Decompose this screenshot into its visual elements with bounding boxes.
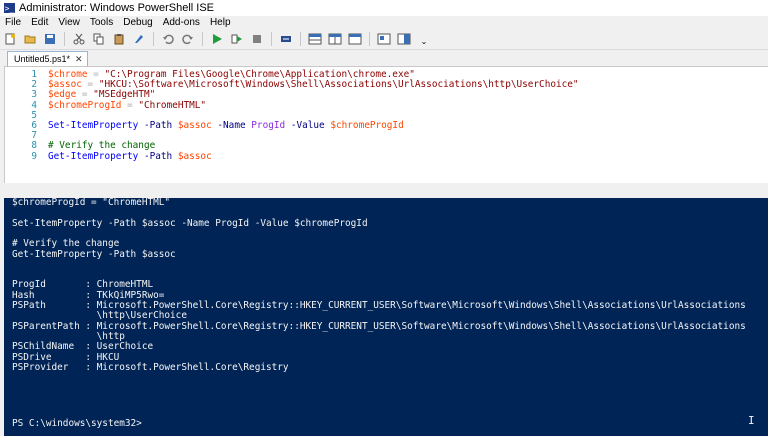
- console-output-line: PSChildName : UserChoice: [12, 341, 154, 353]
- open-folder-icon[interactable]: [23, 32, 37, 46]
- console-prompt[interactable]: PS C:\windows\system32>: [12, 419, 142, 429]
- line-number: 9: [31, 150, 37, 162]
- tab-strip: Untitled5.ps1* ✕: [0, 50, 768, 66]
- layout-right-icon[interactable]: [328, 32, 342, 46]
- code-line[interactable]: 7: [5, 131, 48, 141]
- powershell-app-icon: >_: [4, 3, 15, 13]
- console-output-line: Get-ItemProperty -Path $assoc: [12, 248, 176, 260]
- undo-icon[interactable]: [161, 32, 175, 46]
- code-token: =: [121, 99, 139, 111]
- tab-label: Untitled5.ps1*: [14, 54, 71, 64]
- code-token: ProgId: [251, 120, 286, 131]
- stop-icon[interactable]: [250, 32, 264, 46]
- console-output-line: # Verify the change: [12, 238, 120, 250]
- code-token: -Path: [143, 120, 173, 131]
- tab-untitled5[interactable]: Untitled5.ps1* ✕: [7, 51, 88, 66]
- run-icon[interactable]: [210, 32, 224, 46]
- title-bar: >_ Administrator: Windows PowerShell ISE: [0, 0, 768, 16]
- menu-debug[interactable]: Debug: [118, 17, 157, 28]
- line-number: 8: [31, 140, 37, 152]
- console-output-line: $chromeProgId = "ChromeHTML": [12, 197, 171, 208]
- run-selection-icon[interactable]: [230, 32, 244, 46]
- layout-max-icon[interactable]: [348, 32, 362, 46]
- toolbar-separator: [369, 32, 370, 46]
- console-output-line: PSDrive : HKCU: [12, 351, 120, 363]
- layout-top-icon[interactable]: [308, 32, 322, 46]
- code-token: $assoc: [177, 120, 212, 131]
- toolbar-separator: [271, 32, 272, 46]
- show-addon-icon[interactable]: [397, 32, 411, 46]
- script-editor[interactable]: 1 $chrome = "C:\Program Files\Google\Chro…: [4, 66, 768, 184]
- window-title: Administrator: Windows PowerShell ISE: [19, 2, 215, 14]
- save-icon[interactable]: [43, 32, 57, 46]
- menu-file[interactable]: File: [0, 17, 26, 28]
- menu-edit[interactable]: Edit: [26, 17, 53, 28]
- console-output-line: Set-ItemProperty -Path $assoc -Name Prog…: [12, 217, 368, 229]
- menu-help[interactable]: Help: [205, 17, 236, 28]
- code-token: "HKCU:\Software\Microsoft\Windows\Shell\…: [98, 79, 579, 91]
- cut-icon[interactable]: [72, 32, 86, 46]
- console-output-line: ProgId : ChromeHTML: [12, 279, 154, 291]
- code-token: Get-ItemProperty: [48, 150, 139, 162]
- toolbar-separator: [64, 32, 65, 46]
- copy-icon[interactable]: [92, 32, 106, 46]
- close-icon[interactable]: ✕: [75, 54, 83, 65]
- console-pane[interactable]: I $chromeProgId = "ChromeHTML" Set-ItemPr…: [4, 198, 768, 436]
- code-line[interactable]: 9 Get-ItemProperty -Path $assoc: [5, 150, 212, 162]
- code-token: -Name: [217, 120, 246, 131]
- code-token: -Value: [290, 120, 325, 131]
- code-line[interactable]: 6 Set-ItemProperty -Path $assoc -Name Pro…: [5, 120, 404, 131]
- toolbar-separator: [153, 32, 154, 46]
- new-file-icon[interactable]: [3, 32, 17, 46]
- paste-icon[interactable]: [112, 32, 126, 46]
- code-token: "ChromeHTML": [138, 99, 207, 111]
- menu-view[interactable]: View: [53, 17, 85, 28]
- menu-tools[interactable]: Tools: [85, 17, 118, 28]
- toolbar-separator: [300, 32, 301, 46]
- code-line[interactable]: 5: [5, 110, 48, 121]
- show-commands-icon[interactable]: [377, 32, 391, 46]
- code-token: $chromeProgId: [330, 120, 404, 131]
- console-output-line: \http\UserChoice: [12, 310, 187, 322]
- code-token: $assoc: [177, 150, 212, 162]
- toolbar-separator: [202, 32, 203, 46]
- menu-addons[interactable]: Add-ons: [158, 17, 205, 28]
- line-number: 3: [31, 89, 37, 101]
- clear-icon[interactable]: [132, 32, 146, 46]
- remote-icon[interactable]: [279, 32, 293, 46]
- pane-splitter[interactable]: [0, 183, 768, 198]
- text-cursor-icon: I: [748, 414, 755, 427]
- toolbar: ⌄: [0, 29, 768, 50]
- redo-icon[interactable]: [181, 32, 195, 46]
- code-token: Set-ItemProperty: [48, 120, 139, 131]
- console-output-line: PSProvider : Microsoft.PowerShell.Core\R…: [12, 361, 289, 373]
- toolbar-overflow-icon[interactable]: ⌄: [417, 32, 431, 46]
- menu-bar: File Edit View Tools Debug Add-ons Help: [0, 16, 768, 29]
- code-token: $chromeProgId: [48, 99, 122, 111]
- code-token: -Path: [143, 150, 173, 162]
